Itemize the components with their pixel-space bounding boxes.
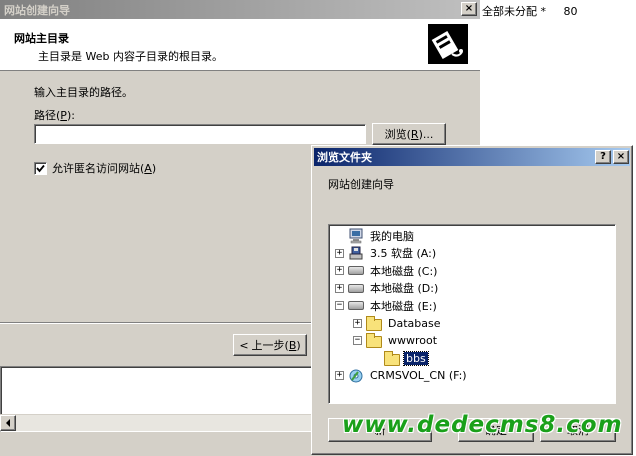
back-button[interactable]: < 上一步(B) bbox=[233, 334, 307, 356]
expand-icon[interactable]: + bbox=[353, 318, 362, 328]
tree-node[interactable]: + 本地磁盘 (D:) bbox=[335, 280, 440, 297]
scroll-left-button[interactable] bbox=[0, 415, 16, 431]
folder-icon bbox=[366, 315, 382, 331]
dialog-description: 网站创建向导 bbox=[328, 178, 394, 191]
tree-node-label: 本地磁盘 (E:) bbox=[370, 299, 437, 313]
tree-node-label: 本地磁盘 (D:) bbox=[370, 282, 439, 295]
tree-node[interactable]: − wwwroot bbox=[353, 332, 439, 349]
tree-node-label: CRMSVOL_CN (F:) bbox=[370, 369, 467, 382]
chevron-left-icon: < bbox=[239, 338, 249, 352]
wizard-close-button[interactable]: × bbox=[461, 2, 477, 16]
dialog-title: 浏览文件夹 bbox=[317, 151, 372, 164]
path-input[interactable] bbox=[34, 124, 366, 144]
expand-icon[interactable]: + bbox=[335, 283, 344, 293]
tree-node[interactable]: + CRMSVOL_CN (F:) bbox=[335, 367, 469, 384]
drive-icon bbox=[348, 283, 364, 293]
wizard-title-bar[interactable]: 网站创建向导 bbox=[0, 0, 480, 19]
dialog-close-button[interactable]: × bbox=[613, 150, 629, 164]
cdrom-icon bbox=[348, 368, 364, 384]
tree-node[interactable]: + 本地磁盘 (C:) bbox=[335, 262, 439, 279]
wizard-book-icon bbox=[428, 24, 468, 64]
header-title: 网站主目录 bbox=[14, 32, 69, 45]
dialog-help-button[interactable]: ? bbox=[595, 150, 611, 164]
list-row-port: 80 bbox=[563, 5, 578, 18]
path-label: 路径(P): bbox=[34, 109, 75, 122]
tree-node[interactable]: +3.5 软盘 (A:) bbox=[335, 245, 438, 262]
collapse-icon[interactable]: − bbox=[335, 301, 344, 310]
header-description: 主目录是 Web 内容子目录的根目录。 bbox=[38, 50, 223, 63]
wizard-header: 网站主目录 主目录是 Web 内容子目录的根目录。 bbox=[0, 19, 480, 71]
tree-node-label: Database bbox=[388, 316, 441, 330]
tree-node[interactable]: bbs bbox=[371, 350, 429, 367]
browse-button[interactable]: 浏览(R)... bbox=[372, 123, 446, 145]
arrow-left-icon bbox=[6, 419, 10, 427]
close-icon: × bbox=[464, 3, 474, 14]
tree-node[interactable]: + Database bbox=[353, 315, 443, 332]
tree-node-label: 我的电脑 bbox=[370, 229, 414, 243]
drive-icon bbox=[348, 266, 364, 275]
tree-node[interactable]: 我的电脑 bbox=[335, 227, 416, 244]
tree-node-label: 本地磁盘 (C:) bbox=[370, 264, 438, 278]
close-icon: × bbox=[616, 151, 626, 162]
list-row-text: 全部未分配 * bbox=[482, 5, 546, 18]
dialog-title-bar[interactable]: 浏览文件夹 bbox=[314, 148, 630, 166]
wizard-prompt: 输入主目录的路径。 bbox=[34, 86, 133, 99]
list-row[interactable]: 全部未分配 * 80 bbox=[482, 3, 578, 19]
tree-node-label: wwwroot bbox=[388, 334, 438, 347]
anonymous-access-checkbox[interactable]: 允许匿名访问网站(A) bbox=[34, 160, 156, 176]
expand-icon[interactable]: + bbox=[335, 266, 344, 275]
expand-icon[interactable]: + bbox=[335, 371, 344, 380]
tree-node-label: 3.5 软盘 (A:) bbox=[370, 247, 437, 260]
folder-tree[interactable]: 我的电脑 +3.5 软盘 (A:) + 本地磁盘 (C:) + 本地磁盘 (D:) − 本地磁… bbox=[328, 224, 616, 404]
expand-icon[interactable]: + bbox=[335, 248, 344, 258]
browse-folder-dialog: 浏览文件夹 ? × 网站创建向导 我的电脑 +3.5 软盘 (A:) + 本地磁盘 (… bbox=[311, 145, 633, 455]
collapse-icon[interactable]: − bbox=[353, 336, 362, 345]
wizard-title: 网站创建向导 bbox=[4, 3, 70, 17]
tree-node-label: bbs bbox=[403, 350, 429, 366]
check-icon bbox=[36, 164, 45, 172]
computer-icon bbox=[348, 228, 364, 244]
folder-icon bbox=[384, 350, 400, 366]
checkbox-box bbox=[34, 161, 47, 175]
help-icon: ? bbox=[600, 151, 606, 162]
watermark: www.dedecms8.com bbox=[342, 412, 623, 438]
floppy-icon bbox=[348, 245, 364, 261]
drive-icon bbox=[348, 301, 364, 310]
tree-node[interactable]: − 本地磁盘 (E:) bbox=[335, 297, 439, 314]
folder-open-icon bbox=[366, 333, 382, 348]
